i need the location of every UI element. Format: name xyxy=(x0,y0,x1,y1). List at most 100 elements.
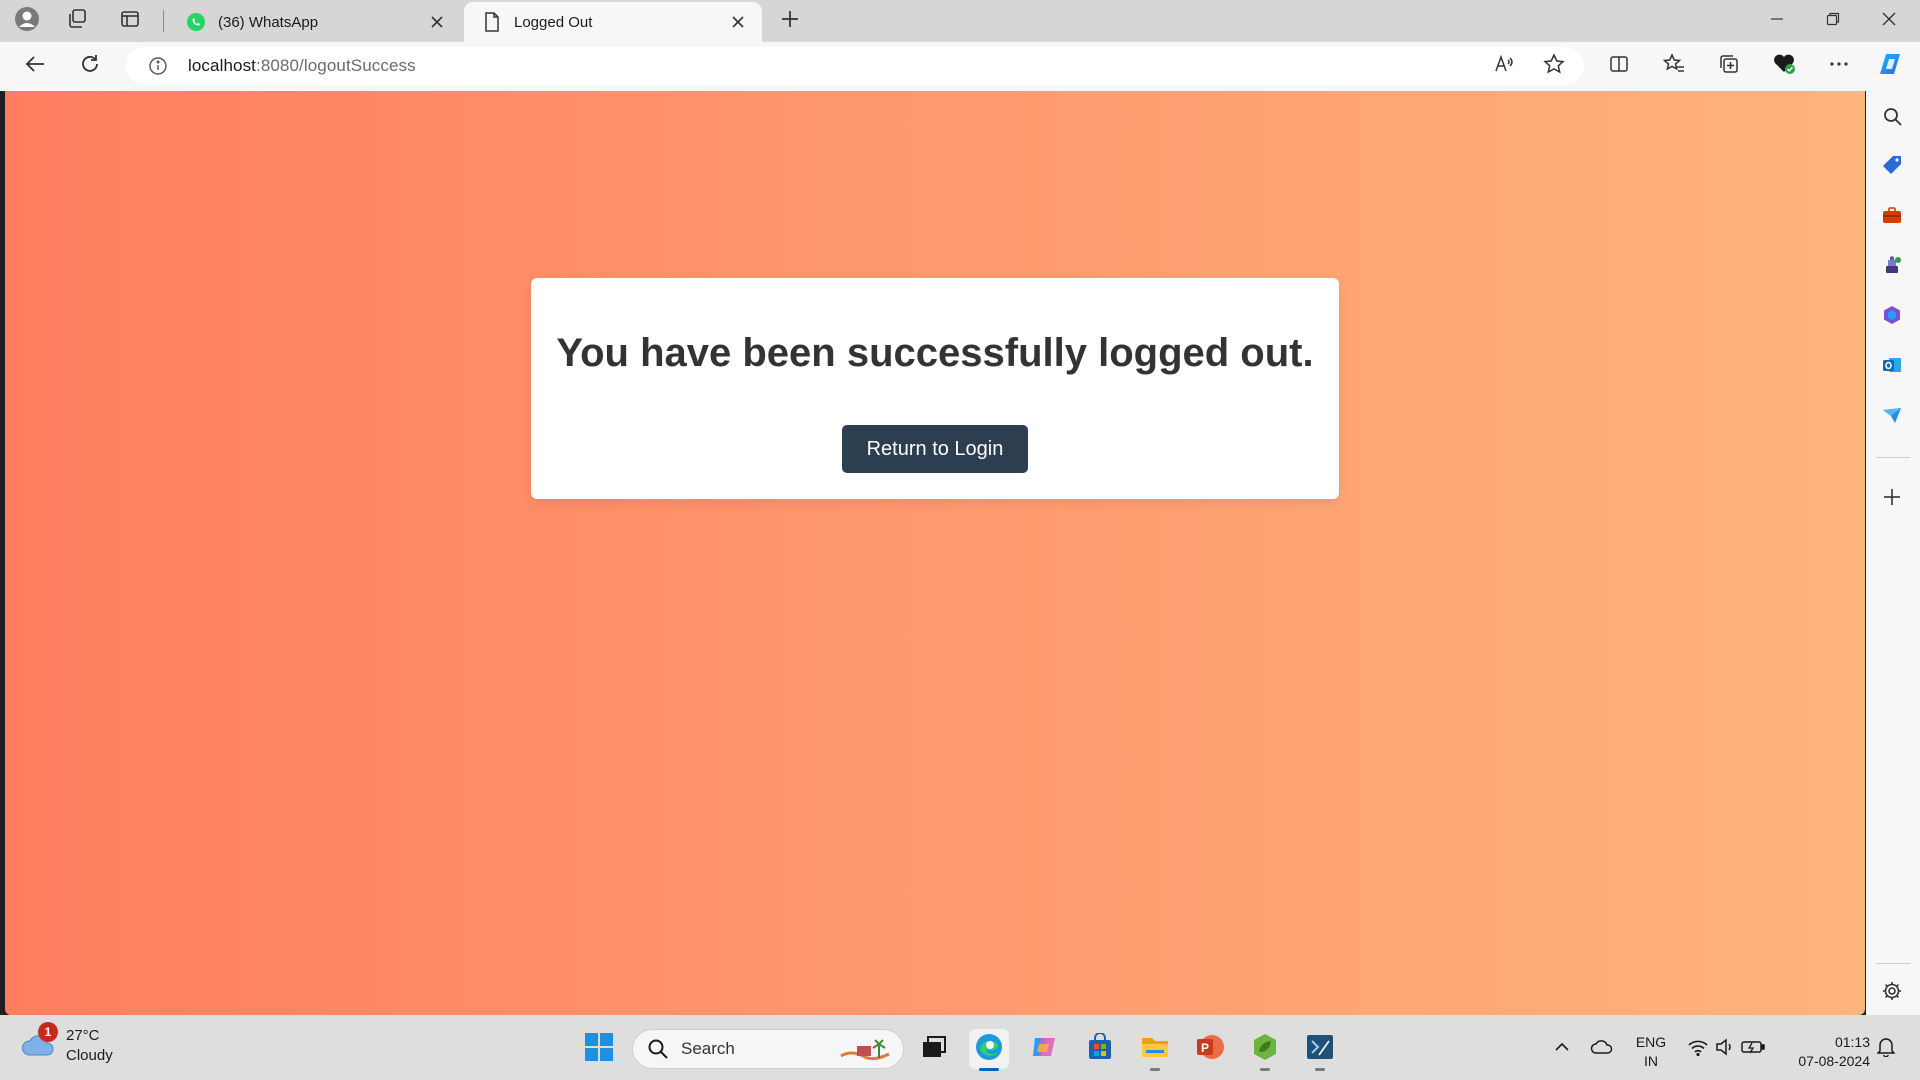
sidebar-office-button[interactable] xyxy=(1872,299,1912,335)
terminal-taskbar-button[interactable] xyxy=(1300,1029,1340,1071)
workspaces-button[interactable] xyxy=(55,5,99,37)
running-indicator xyxy=(1315,1068,1325,1071)
chevron-up-icon xyxy=(1554,1039,1570,1060)
clock-date: 07-08-2024 xyxy=(1798,1053,1870,1069)
sidebar-divider xyxy=(1876,457,1910,458)
onedrive-button[interactable] xyxy=(1582,1029,1622,1069)
return-to-login-button[interactable]: Return to Login xyxy=(842,425,1028,473)
close-icon[interactable] xyxy=(427,12,447,32)
collections-icon xyxy=(1718,53,1740,80)
back-button[interactable] xyxy=(15,48,55,84)
send-icon xyxy=(1881,404,1903,431)
browser-toolbar: localhost:8080/logoutSuccess xyxy=(0,42,1920,91)
sidebar-tools-button[interactable] xyxy=(1872,199,1912,235)
weather-condition: Cloudy xyxy=(66,1047,113,1064)
running-indicator xyxy=(1150,1068,1160,1071)
office-icon xyxy=(1881,304,1903,331)
weather-temp: 27°C xyxy=(66,1027,100,1044)
refresh-icon xyxy=(79,53,101,80)
favorite-button[interactable] xyxy=(1534,48,1574,84)
close-window-button[interactable] xyxy=(1861,0,1917,42)
restore-icon xyxy=(1826,12,1840,31)
url-host: localhost xyxy=(188,56,256,75)
tab-title: (36) WhatsApp xyxy=(218,13,319,31)
edge-icon xyxy=(974,1032,1004,1067)
file-explorer-taskbar-button[interactable] xyxy=(1135,1029,1175,1071)
refresh-button[interactable] xyxy=(70,48,110,84)
windows-start-icon xyxy=(584,1032,614,1067)
minimize-button[interactable] xyxy=(1749,0,1805,42)
language-line-2: IN xyxy=(1644,1053,1658,1069)
new-tab-button[interactable] xyxy=(768,5,812,37)
tab-separator xyxy=(163,10,164,32)
tag-icon xyxy=(1881,154,1903,181)
taskbar-search[interactable]: Search xyxy=(632,1029,904,1069)
powerpoint-icon: P xyxy=(1195,1032,1225,1067)
star-icon xyxy=(1543,52,1565,80)
start-button[interactable] xyxy=(579,1029,619,1069)
favorites-icon xyxy=(1662,52,1685,80)
heart-pulse-icon xyxy=(1772,53,1796,80)
add-icon xyxy=(1883,488,1901,511)
show-hidden-icons-button[interactable] xyxy=(1542,1029,1582,1069)
sidebar-drop-button[interactable] xyxy=(1872,399,1912,435)
notifications-button[interactable] xyxy=(1866,1029,1906,1069)
task-view-button[interactable] xyxy=(914,1029,954,1069)
tab-title: Logged Out xyxy=(514,13,593,31)
profile-button[interactable] xyxy=(5,5,49,37)
volume-icon xyxy=(1715,1037,1735,1061)
logout-message: You have been successfully logged out. xyxy=(556,331,1314,375)
running-indicator xyxy=(1260,1068,1270,1071)
url-text[interactable]: localhost:8080/logoutSuccess xyxy=(188,56,416,76)
spring-taskbar-button[interactable] xyxy=(1245,1029,1285,1071)
bell-icon xyxy=(1876,1037,1896,1062)
settings-more-button[interactable] xyxy=(1819,48,1859,84)
terminal-icon xyxy=(1305,1032,1335,1067)
split-screen-button[interactable] xyxy=(1599,48,1639,84)
page-icon xyxy=(482,12,502,32)
active-indicator xyxy=(979,1068,999,1071)
language-indicator[interactable]: ENG IN xyxy=(1628,1033,1674,1071)
sidebar-outlook-button[interactable] xyxy=(1872,349,1912,385)
sidebar-settings-button[interactable] xyxy=(1872,975,1912,1011)
browser-essentials-button[interactable] xyxy=(1764,48,1804,84)
favorites-button[interactable] xyxy=(1654,48,1694,84)
whatsapp-icon xyxy=(186,12,206,32)
tab-whatsapp[interactable]: (36) WhatsApp xyxy=(168,2,461,42)
sidebar-shopping-button[interactable] xyxy=(1872,149,1912,185)
quick-settings-button[interactable] xyxy=(1676,1029,1776,1069)
store-taskbar-button[interactable] xyxy=(1080,1029,1120,1069)
tab-logged-out[interactable]: Logged Out xyxy=(464,2,762,42)
minimize-icon xyxy=(1770,12,1784,31)
sidebar-games-button[interactable] xyxy=(1872,249,1912,285)
logout-card: You have been successfully logged out. R… xyxy=(531,278,1339,499)
weather-text: 27°C Cloudy xyxy=(66,1026,113,1066)
toolbox-icon xyxy=(1881,204,1903,231)
page-viewport: You have been successfully logged out. R… xyxy=(5,91,1865,1015)
vertical-tabs-button[interactable] xyxy=(108,5,152,37)
address-bar[interactable]: localhost:8080/logoutSuccess xyxy=(126,47,1584,85)
workspaces-icon xyxy=(66,8,88,35)
search-highlight-icon xyxy=(837,1034,893,1064)
read-aloud-button[interactable] xyxy=(1484,48,1524,84)
search-label: Search xyxy=(681,1039,735,1058)
edge-taskbar-button[interactable] xyxy=(969,1029,1009,1071)
copilot-button[interactable] xyxy=(1872,48,1912,84)
close-icon[interactable] xyxy=(728,12,748,32)
outlook-icon xyxy=(1881,354,1903,381)
games-icon xyxy=(1881,254,1903,281)
copilot-taskbar-button[interactable] xyxy=(1024,1029,1064,1069)
weather-widget[interactable]: 1 27°C Cloudy xyxy=(20,1022,113,1066)
edge-sidebar xyxy=(1866,91,1920,1015)
info-icon[interactable] xyxy=(146,54,170,78)
powerpoint-taskbar-button[interactable]: P xyxy=(1190,1029,1230,1069)
language-line-1: ENG xyxy=(1635,1034,1667,1050)
clock[interactable]: 01:13 07-08-2024 xyxy=(1780,1033,1870,1071)
collections-button[interactable] xyxy=(1709,48,1749,84)
search-icon xyxy=(647,1038,669,1060)
restore-button[interactable] xyxy=(1805,0,1861,42)
sidebar-add-button[interactable] xyxy=(1872,481,1912,517)
file-explorer-icon xyxy=(1140,1033,1170,1066)
sidebar-search-button[interactable] xyxy=(1873,101,1913,137)
copilot-icon xyxy=(1029,1032,1059,1067)
